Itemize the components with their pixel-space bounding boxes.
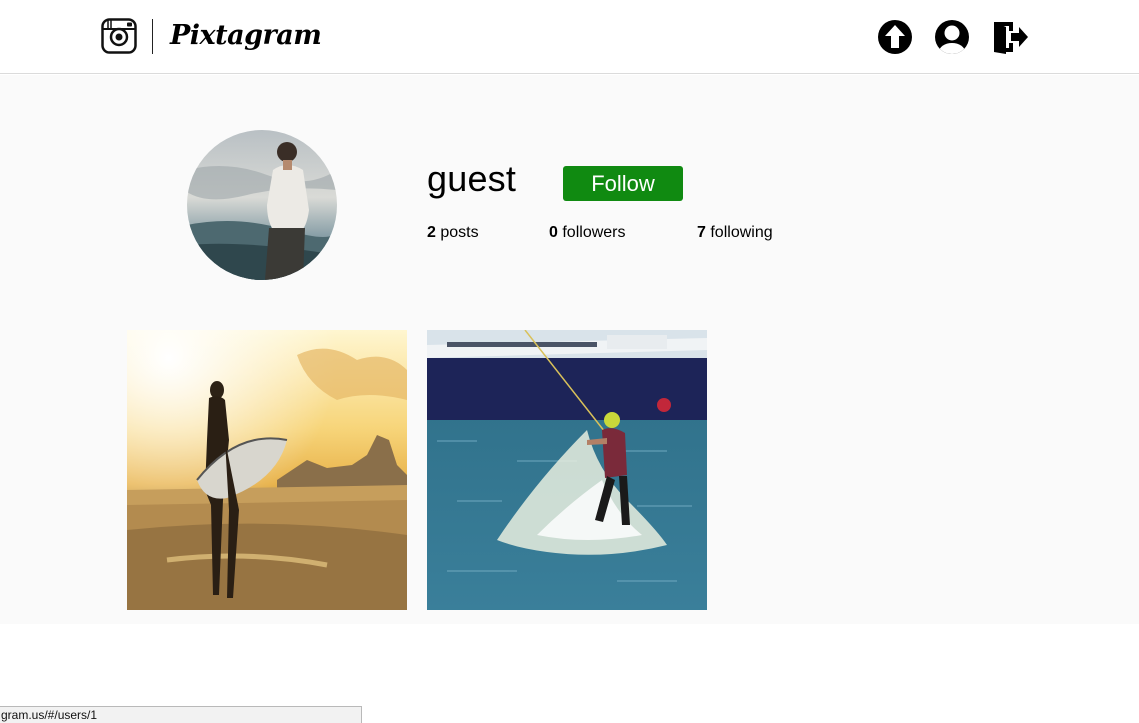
top-nav-bar: Pixtagram: [0, 0, 1139, 74]
app-logo-text[interactable]: Pixtagram: [170, 18, 322, 54]
avatar: [187, 130, 337, 280]
profile-username: guest: [427, 158, 517, 199]
followers-count: 0: [549, 224, 558, 241]
following-count: 7: [697, 224, 706, 241]
profile-page: guest Follow 2 posts 0 followers 7 follo…: [0, 75, 1139, 624]
logout-door-icon[interactable]: [993, 19, 1029, 55]
post-thumbnail[interactable]: [427, 330, 707, 610]
logo-divider: [152, 19, 153, 54]
following-count-stat[interactable]: 7 following: [697, 223, 773, 243]
posts-label: posts: [440, 224, 479, 241]
user-icon[interactable]: [934, 19, 970, 55]
followers-label: followers: [562, 224, 626, 241]
status-bar-url: gram.us/#/users/1: [0, 706, 362, 723]
camera-icon[interactable]: [101, 18, 137, 54]
followers-count-stat[interactable]: 0 followers: [549, 223, 626, 243]
following-label: following: [710, 224, 773, 241]
posts-count-stat: 2 posts: [427, 223, 479, 243]
upload-arrow-icon[interactable]: [877, 19, 913, 55]
posts-count: 2: [427, 224, 436, 241]
follow-button[interactable]: Follow: [563, 166, 683, 201]
post-thumbnail[interactable]: [127, 330, 407, 610]
